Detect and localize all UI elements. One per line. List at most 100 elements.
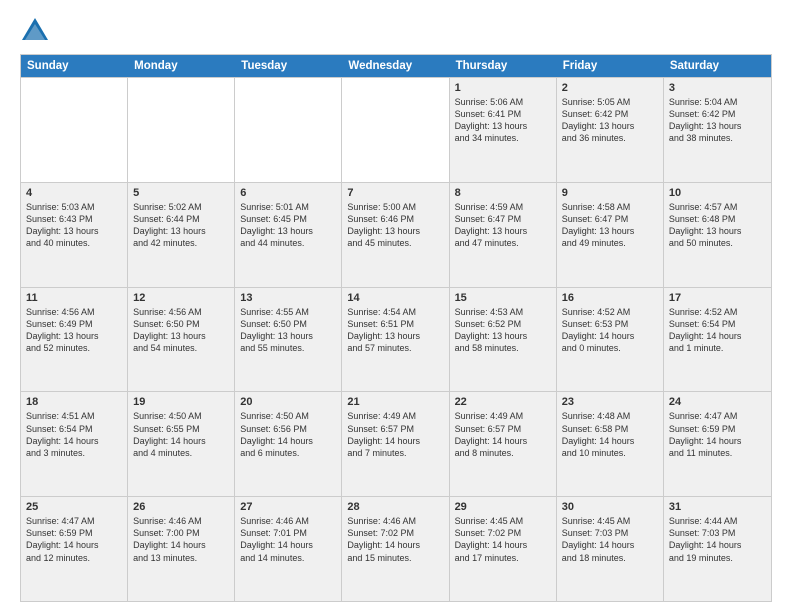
day-number: 27 [240, 501, 336, 513]
calendar-cell: 5 Sunrise: 5:02 AM Sunset: 6:44 PM Daylig… [128, 183, 235, 287]
calendar-cell: 15Sunrise: 4:53 AM Sunset: 6:52 PM Dayli… [450, 288, 557, 392]
day-number: 14 [347, 292, 443, 304]
day-number: 23 [562, 396, 658, 408]
day-info: Sunrise: 5:00 AM Sunset: 6:46 PM Dayligh… [347, 201, 443, 250]
header [20, 16, 772, 44]
calendar-cell: 7 Sunrise: 5:00 AM Sunset: 6:46 PM Daylig… [342, 183, 449, 287]
day-number: 25 [26, 501, 122, 513]
day-number: 6 [240, 187, 336, 199]
calendar-cell: 24 Sunrise: 4:47 AM Sunset: 6:59 PM Dayli… [664, 392, 771, 496]
calendar-cell: 1Sunrise: 5:06 AM Sunset: 6:41 PM Daylig… [450, 78, 557, 182]
day-info: Sunrise: 4:45 AM Sunset: 7:02 PM Dayligh… [455, 515, 551, 564]
calendar-cell: 9Sunrise: 4:58 AM Sunset: 6:47 PM Daylig… [557, 183, 664, 287]
calendar-cell: 2 Sunrise: 5:05 AM Sunset: 6:42 PM Daylig… [557, 78, 664, 182]
header-day-monday: Monday [128, 55, 235, 77]
day-info: Sunrise: 4:49 AM Sunset: 6:57 PM Dayligh… [347, 410, 443, 459]
calendar-cell: 23 Sunrise: 4:48 AM Sunset: 6:58 PM Dayli… [557, 392, 664, 496]
day-info: Sunrise: 4:49 AM Sunset: 6:57 PM Dayligh… [455, 410, 551, 459]
day-info: Sunrise: 4:46 AM Sunset: 7:02 PM Dayligh… [347, 515, 443, 564]
calendar-row-4: 25 Sunrise: 4:47 AM Sunset: 6:59 PM Dayli… [21, 496, 771, 601]
day-number: 12 [133, 292, 229, 304]
day-info: Sunrise: 4:58 AM Sunset: 6:47 PM Dayligh… [562, 201, 658, 250]
calendar-cell: 4 Sunrise: 5:03 AM Sunset: 6:43 PM Daylig… [21, 183, 128, 287]
calendar-row-3: 18Sunrise: 4:51 AM Sunset: 6:54 PM Dayli… [21, 391, 771, 496]
calendar-cell: 28 Sunrise: 4:46 AM Sunset: 7:02 PM Dayli… [342, 497, 449, 601]
day-number: 26 [133, 501, 229, 513]
day-info: Sunrise: 4:59 AM Sunset: 6:47 PM Dayligh… [455, 201, 551, 250]
header-day-thursday: Thursday [450, 55, 557, 77]
calendar-cell: 11 Sunrise: 4:56 AM Sunset: 6:49 PM Dayli… [21, 288, 128, 392]
calendar-cell: 6 Sunrise: 5:01 AM Sunset: 6:45 PM Daylig… [235, 183, 342, 287]
day-info: Sunrise: 4:51 AM Sunset: 6:54 PM Dayligh… [26, 410, 122, 459]
header-day-saturday: Saturday [664, 55, 771, 77]
calendar-cell: 27 Sunrise: 4:46 AM Sunset: 7:01 PM Dayli… [235, 497, 342, 601]
day-number: 24 [669, 396, 766, 408]
day-number: 5 [133, 187, 229, 199]
calendar-cell: 21Sunrise: 4:49 AM Sunset: 6:57 PM Dayli… [342, 392, 449, 496]
day-number: 13 [240, 292, 336, 304]
calendar-cell: 3 Sunrise: 5:04 AM Sunset: 6:42 PM Daylig… [664, 78, 771, 182]
calendar-cell [21, 78, 128, 182]
day-number: 1 [455, 82, 551, 94]
day-info: Sunrise: 4:56 AM Sunset: 6:50 PM Dayligh… [133, 306, 229, 355]
day-info: Sunrise: 4:54 AM Sunset: 6:51 PM Dayligh… [347, 306, 443, 355]
day-number: 28 [347, 501, 443, 513]
calendar-cell: 29 Sunrise: 4:45 AM Sunset: 7:02 PM Dayli… [450, 497, 557, 601]
calendar-cell [128, 78, 235, 182]
day-info: Sunrise: 4:47 AM Sunset: 6:59 PM Dayligh… [26, 515, 122, 564]
day-number: 30 [562, 501, 658, 513]
day-number: 11 [26, 292, 122, 304]
day-info: Sunrise: 4:50 AM Sunset: 6:55 PM Dayligh… [133, 410, 229, 459]
calendar: SundayMondayTuesdayWednesdayThursdayFrid… [20, 54, 772, 602]
calendar-cell: 26 Sunrise: 4:46 AM Sunset: 7:00 PM Dayli… [128, 497, 235, 601]
day-info: Sunrise: 5:05 AM Sunset: 6:42 PM Dayligh… [562, 96, 658, 145]
calendar-cell: 17 Sunrise: 4:52 AM Sunset: 6:54 PM Dayli… [664, 288, 771, 392]
calendar-cell [342, 78, 449, 182]
day-number: 29 [455, 501, 551, 513]
calendar-body: 1Sunrise: 5:06 AM Sunset: 6:41 PM Daylig… [21, 77, 771, 601]
day-info: Sunrise: 4:56 AM Sunset: 6:49 PM Dayligh… [26, 306, 122, 355]
day-info: Sunrise: 4:46 AM Sunset: 7:01 PM Dayligh… [240, 515, 336, 564]
calendar-cell: 25 Sunrise: 4:47 AM Sunset: 6:59 PM Dayli… [21, 497, 128, 601]
calendar-cell [235, 78, 342, 182]
day-number: 10 [669, 187, 766, 199]
page: SundayMondayTuesdayWednesdayThursdayFrid… [0, 0, 792, 612]
calendar-cell: 14 Sunrise: 4:54 AM Sunset: 6:51 PM Dayli… [342, 288, 449, 392]
day-info: Sunrise: 4:45 AM Sunset: 7:03 PM Dayligh… [562, 515, 658, 564]
day-info: Sunrise: 5:02 AM Sunset: 6:44 PM Dayligh… [133, 201, 229, 250]
day-number: 16 [562, 292, 658, 304]
calendar-row-0: 1Sunrise: 5:06 AM Sunset: 6:41 PM Daylig… [21, 77, 771, 182]
calendar-cell: 20Sunrise: 4:50 AM Sunset: 6:56 PM Dayli… [235, 392, 342, 496]
header-day-wednesday: Wednesday [342, 55, 449, 77]
day-number: 3 [669, 82, 766, 94]
calendar-cell: 12 Sunrise: 4:56 AM Sunset: 6:50 PM Dayli… [128, 288, 235, 392]
calendar-cell: 19Sunrise: 4:50 AM Sunset: 6:55 PM Dayli… [128, 392, 235, 496]
day-info: Sunrise: 4:47 AM Sunset: 6:59 PM Dayligh… [669, 410, 766, 459]
day-info: Sunrise: 4:52 AM Sunset: 6:53 PM Dayligh… [562, 306, 658, 355]
day-info: Sunrise: 5:04 AM Sunset: 6:42 PM Dayligh… [669, 96, 766, 145]
calendar-cell: 18Sunrise: 4:51 AM Sunset: 6:54 PM Dayli… [21, 392, 128, 496]
calendar-cell: 30 Sunrise: 4:45 AM Sunset: 7:03 PM Dayli… [557, 497, 664, 601]
day-info: Sunrise: 5:01 AM Sunset: 6:45 PM Dayligh… [240, 201, 336, 250]
day-info: Sunrise: 4:52 AM Sunset: 6:54 PM Dayligh… [669, 306, 766, 355]
calendar-row-1: 4 Sunrise: 5:03 AM Sunset: 6:43 PM Daylig… [21, 182, 771, 287]
calendar-cell: 16 Sunrise: 4:52 AM Sunset: 6:53 PM Dayli… [557, 288, 664, 392]
calendar-cell: 22 Sunrise: 4:49 AM Sunset: 6:57 PM Dayli… [450, 392, 557, 496]
day-info: Sunrise: 5:03 AM Sunset: 6:43 PM Dayligh… [26, 201, 122, 250]
day-info: Sunrise: 4:46 AM Sunset: 7:00 PM Dayligh… [133, 515, 229, 564]
calendar-cell: 31Sunrise: 4:44 AM Sunset: 7:03 PM Dayli… [664, 497, 771, 601]
calendar-cell: 13Sunrise: 4:55 AM Sunset: 6:50 PM Dayli… [235, 288, 342, 392]
logo-icon [20, 16, 50, 44]
day-info: Sunrise: 4:50 AM Sunset: 6:56 PM Dayligh… [240, 410, 336, 459]
calendar-header: SundayMondayTuesdayWednesdayThursdayFrid… [21, 55, 771, 77]
header-day-friday: Friday [557, 55, 664, 77]
day-number: 22 [455, 396, 551, 408]
day-number: 4 [26, 187, 122, 199]
day-number: 31 [669, 501, 766, 513]
day-number: 2 [562, 82, 658, 94]
day-number: 7 [347, 187, 443, 199]
day-info: Sunrise: 4:57 AM Sunset: 6:48 PM Dayligh… [669, 201, 766, 250]
day-info: Sunrise: 4:53 AM Sunset: 6:52 PM Dayligh… [455, 306, 551, 355]
day-number: 17 [669, 292, 766, 304]
day-info: Sunrise: 4:48 AM Sunset: 6:58 PM Dayligh… [562, 410, 658, 459]
